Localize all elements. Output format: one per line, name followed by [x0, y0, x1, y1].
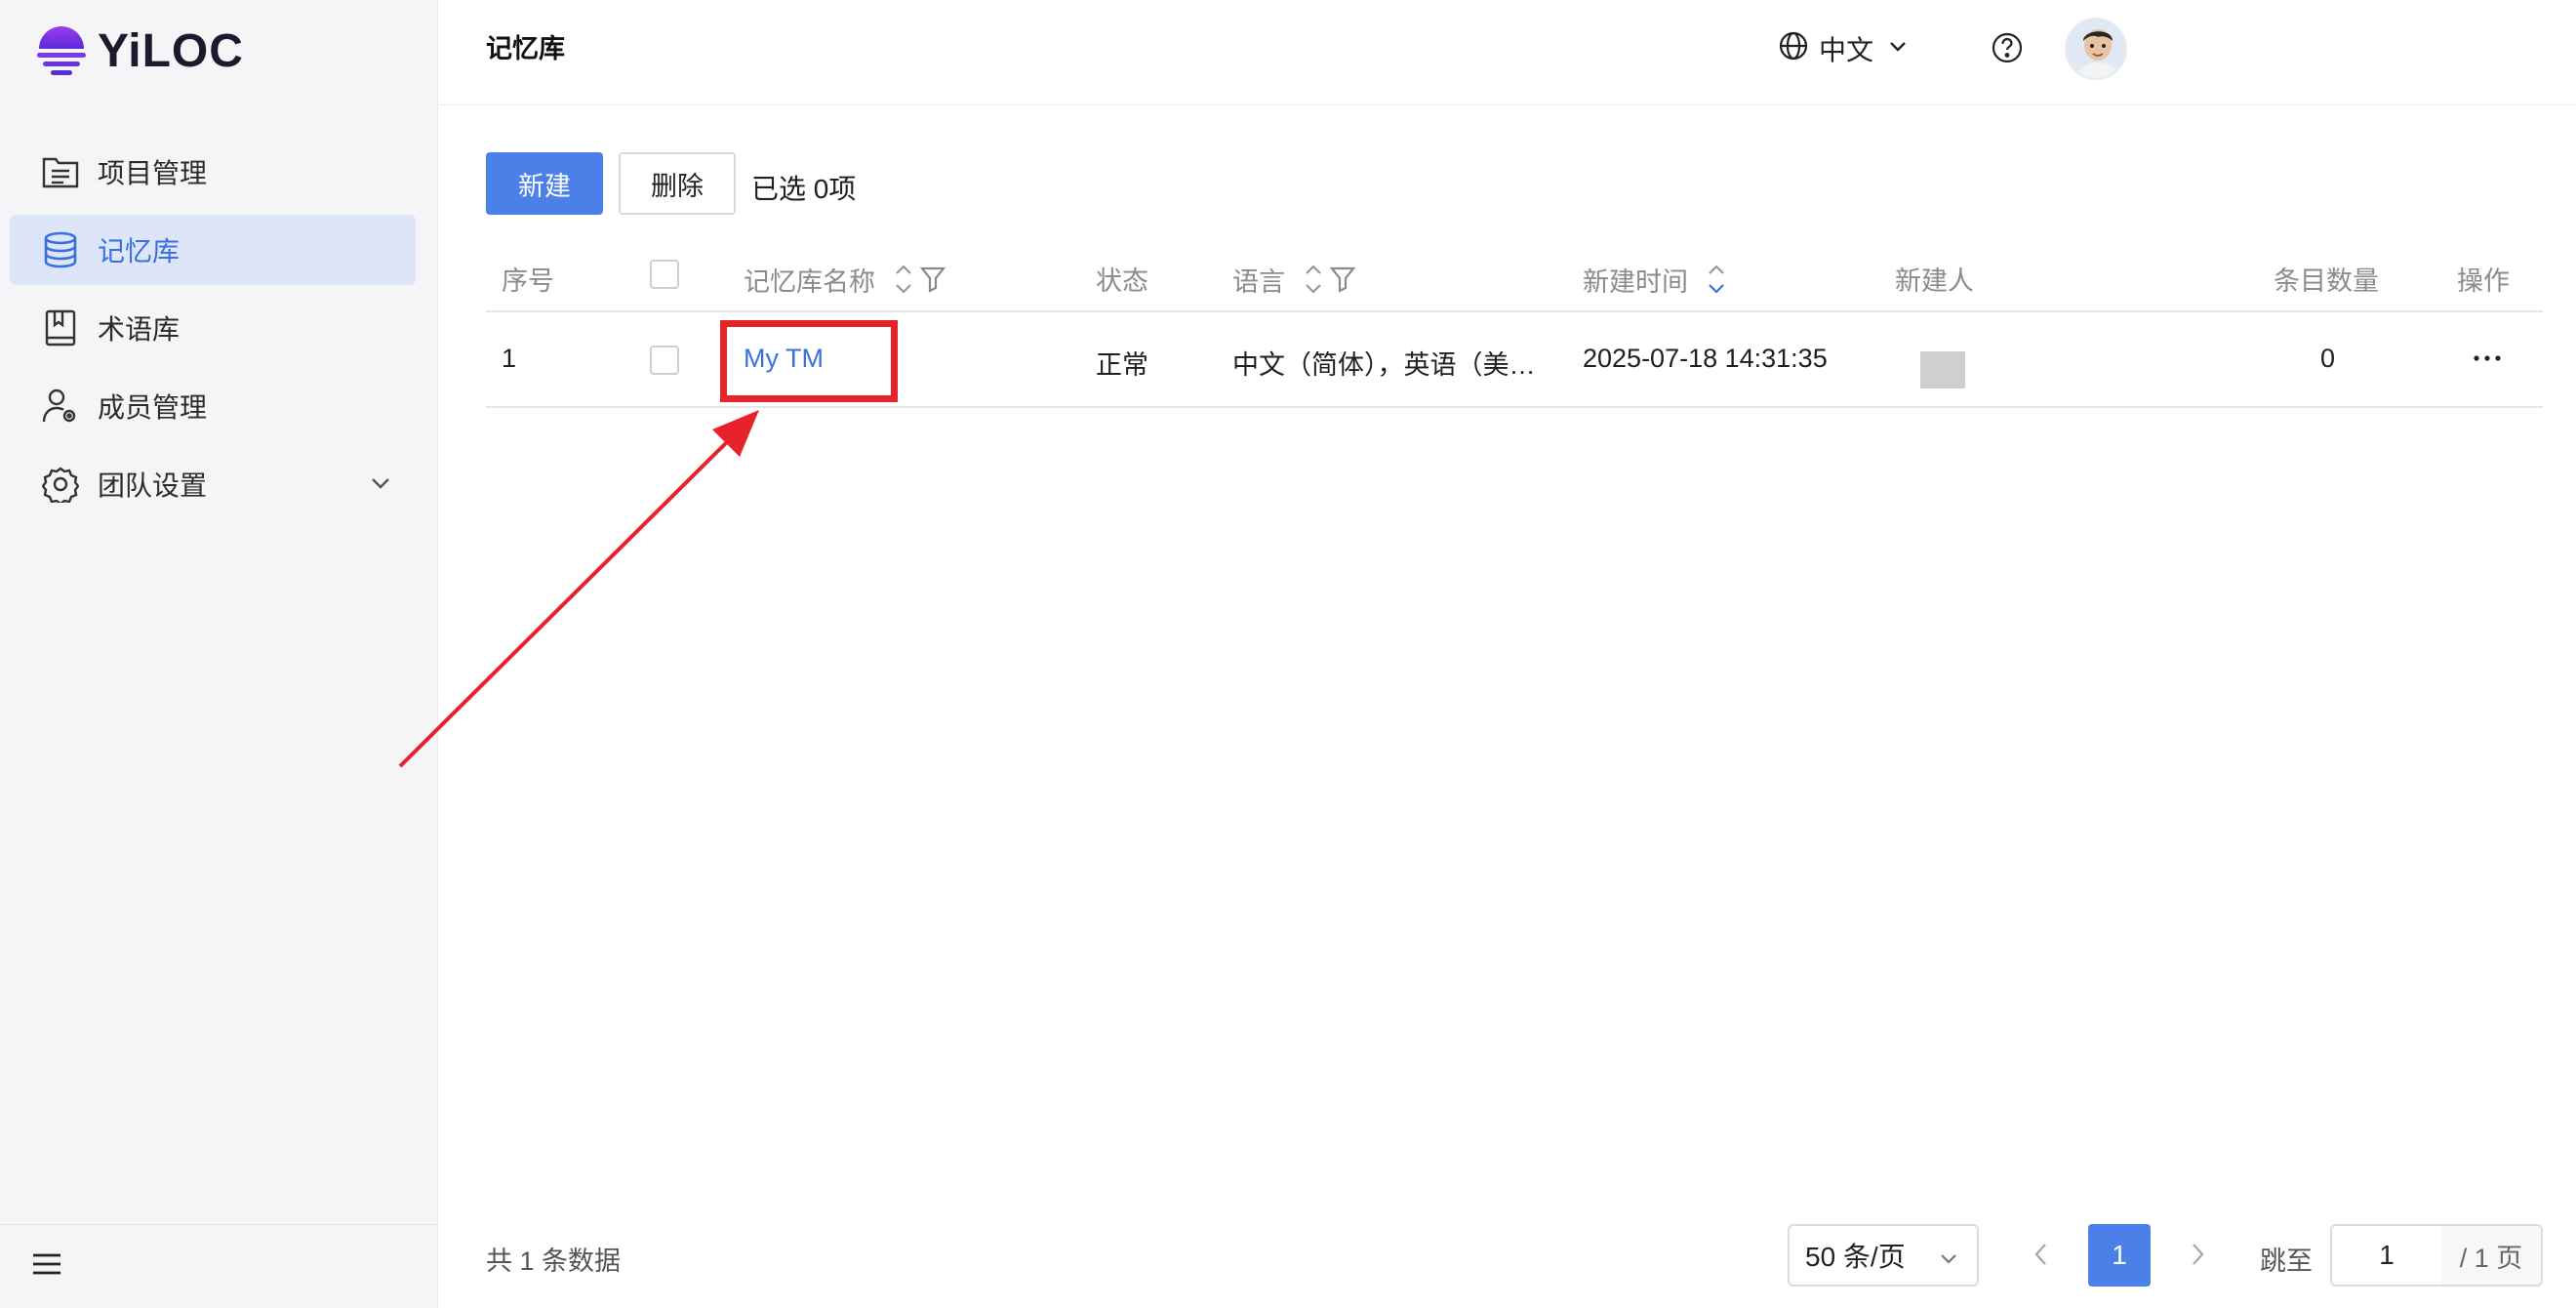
column-header-creator: 新建人 — [1895, 266, 1974, 296]
table-row-divider — [486, 406, 2543, 408]
database-icon — [41, 230, 80, 269]
jump-page-input[interactable] — [2330, 1224, 2443, 1287]
column-header-index: 序号 — [502, 266, 554, 296]
row-created-at: 2025-07-18 14:31:35 — [1583, 344, 1828, 373]
column-header-status: 状态 — [1096, 266, 1148, 296]
column-header-label: 语言 — [1232, 266, 1285, 297]
column-header-entries: 条目数量 — [2274, 266, 2379, 296]
sort-icon[interactable] — [893, 260, 914, 299]
column-header-label: 新建时间 — [1583, 266, 1688, 297]
chevron-down-icon — [1938, 1246, 1959, 1277]
sidebar-item-team-settings[interactable]: 团队设置 — [10, 449, 416, 519]
sidebar-item-projects[interactable]: 项目管理 — [10, 137, 416, 207]
sort-desc-icon[interactable] — [1706, 260, 1727, 299]
row-checkbox[interactable] — [650, 346, 679, 375]
chevron-down-icon — [1887, 33, 1909, 64]
total-pages: / 1 页 — [2441, 1224, 2543, 1287]
sidebar-item-members[interactable]: 成员管理 — [10, 371, 416, 441]
page-title: 记忆库 — [486, 34, 565, 63]
annotation-highlight-box — [720, 320, 898, 402]
creator-redacted — [1920, 351, 1965, 388]
column-header-created-at[interactable]: 新建时间 — [1583, 260, 1727, 299]
delete-button[interactable]: 删除 — [619, 152, 736, 215]
page-size-select[interactable]: 50 条/页 — [1788, 1224, 1979, 1287]
menu-toggle-icon[interactable] — [31, 1251, 62, 1282]
row-language: 中文（简体），英语（美… — [1232, 350, 1536, 380]
language-switcher[interactable]: 中文 — [1778, 29, 1909, 68]
app-root: YiLOC 项目管理 记忆库 术语库 成员管理 团队设置 记忆库 中文 新建 删… — [0, 0, 2576, 1308]
row-status: 正常 — [1096, 350, 1148, 380]
logo-mark-icon — [37, 26, 86, 75]
prev-page-icon[interactable] — [2030, 1240, 2053, 1274]
current-page-button[interactable]: 1 — [2088, 1224, 2151, 1287]
top-header: 记忆库 — [439, 0, 2576, 105]
page-size-value: 50 条/页 — [1805, 1242, 1906, 1272]
chevron-down-icon — [369, 470, 392, 502]
sidebar-item-termbase[interactable]: 术语库 — [10, 293, 416, 363]
new-button[interactable]: 新建 — [486, 152, 603, 215]
filter-icon[interactable] — [1330, 266, 1355, 293]
avatar[interactable] — [2065, 18, 2127, 80]
jump-label: 跳至 — [2260, 1247, 2313, 1276]
sidebar-item-label: 记忆库 — [98, 236, 181, 266]
total-records: 共 1 条数据 — [486, 1247, 622, 1276]
column-header-actions: 操作 — [2457, 266, 2510, 296]
row-index: 1 — [502, 344, 517, 373]
sidebar-item-label: 术语库 — [98, 314, 181, 345]
brand-logo[interactable]: YiLOC — [35, 21, 244, 80]
help-icon[interactable] — [1991, 31, 2024, 69]
row-entries: 0 — [2320, 344, 2336, 373]
more-actions-icon[interactable] — [2473, 344, 2502, 378]
gear-icon — [41, 465, 80, 504]
sidebar-item-label: 项目管理 — [98, 158, 208, 188]
column-header-label: 记忆库名称 — [744, 266, 875, 297]
sort-icon[interactable] — [1303, 260, 1324, 299]
globe-icon — [1778, 30, 1809, 68]
book-icon — [41, 308, 80, 347]
sidebar-item-label: 成员管理 — [98, 392, 208, 423]
select-all-checkbox[interactable] — [650, 260, 679, 289]
brand-name: YiLOC — [98, 24, 244, 77]
language-label: 中文 — [1819, 35, 1874, 65]
column-header-language[interactable]: 语言 — [1232, 260, 1355, 299]
sidebar: YiLOC 项目管理 记忆库 术语库 成员管理 团队设置 — [0, 0, 438, 1308]
sidebar-item-label: 团队设置 — [98, 470, 208, 501]
user-gear-icon — [41, 387, 80, 426]
folder-list-icon — [41, 152, 80, 191]
next-page-icon[interactable] — [2186, 1240, 2209, 1274]
table-header-divider — [486, 310, 2543, 312]
column-header-name[interactable]: 记忆库名称 — [744, 260, 946, 299]
selected-count: 已选 0项 — [751, 174, 857, 204]
sidebar-footer — [0, 1224, 438, 1308]
filter-icon[interactable] — [920, 266, 946, 293]
sidebar-item-memory[interactable]: 记忆库 — [10, 215, 416, 285]
